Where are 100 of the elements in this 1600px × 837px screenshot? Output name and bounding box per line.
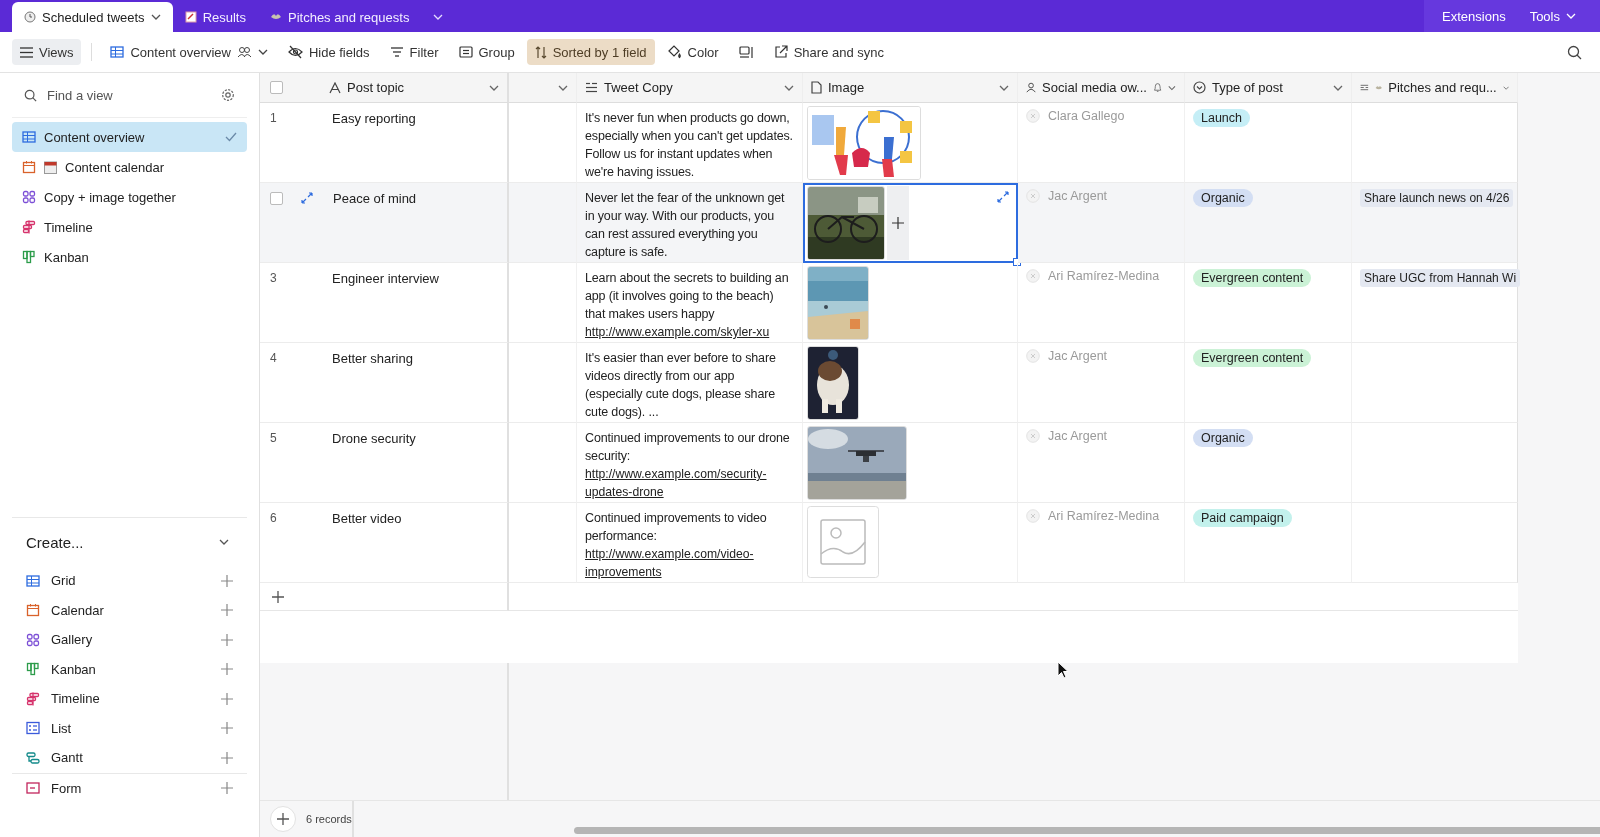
create-view-item[interactable]: Gantt — [12, 743, 247, 773]
toolbar-button[interactable]: Group — [450, 39, 523, 65]
linked-record-chip[interactable]: Share UGC from Hannah Wi — [1360, 269, 1521, 287]
create-view-item[interactable]: Form — [12, 773, 247, 803]
toolbar-button[interactable]: Hide fields — [279, 39, 378, 65]
owner-name: Jac Argent — [1026, 429, 1108, 443]
find-view-field[interactable]: Find a view — [45, 86, 209, 104]
view-item[interactable]: Content calendar — [12, 152, 247, 182]
column-header[interactable]: Type of post — [1185, 73, 1352, 103]
tweet-copy: Never let the fear of the unknown get in your way. With our products, you can rest assured everything you capture is safe. — [585, 190, 786, 261]
create-view-item[interactable]: Gallery — [12, 625, 247, 655]
tools-button[interactable]: Tools — [1519, 0, 1586, 32]
view-item[interactable]: Kanban — [12, 242, 247, 272]
post-topic: Better sharing — [332, 350, 413, 366]
form-icon — [26, 781, 40, 796]
add-record-button[interactable] — [270, 806, 296, 832]
view-item[interactable]: Content overview — [12, 122, 247, 152]
create-view-item[interactable]: Timeline — [12, 684, 247, 714]
add-attachment-button[interactable] — [887, 186, 909, 260]
post-topic: Easy reporting — [332, 110, 416, 126]
group-icon — [458, 46, 473, 58]
post-type-tag: Organic — [1193, 429, 1253, 447]
table-tab[interactable]: Pitches and requests — [258, 2, 422, 32]
search-icon[interactable] — [1567, 44, 1582, 60]
owner-name: Ari Ramírez-Medina — [1026, 269, 1160, 283]
selected-cell[interactable] — [803, 183, 1018, 263]
plus-icon — [221, 782, 233, 795]
expand-icon[interactable] — [301, 192, 313, 204]
chevron-down-icon — [1502, 84, 1509, 91]
extensions-button[interactable]: Extensions — [1432, 0, 1516, 32]
notepad-icon — [184, 11, 197, 23]
post-type-tag: Paid campaign — [1193, 509, 1292, 527]
timeline-icon — [22, 220, 36, 234]
table-tab[interactable]: Scheduled tweets — [12, 2, 173, 32]
plus-icon — [221, 633, 233, 646]
create-view-item[interactable]: Grid — [12, 566, 247, 596]
row-checkbox[interactable] — [270, 192, 283, 205]
chevron-down-icon — [999, 84, 1009, 91]
gallery-icon — [26, 632, 40, 647]
linked-record-chip[interactable]: Share launch news on 4/26 — [1360, 189, 1514, 207]
column-header[interactable]: Social media ow... — [1018, 73, 1185, 103]
avatar-icon — [1026, 189, 1040, 203]
column-title: Pitches and requ... — [1388, 80, 1497, 95]
view-switcher[interactable]: Content overview — [102, 39, 276, 65]
column-header[interactable]: Pitches and requ... — [1352, 73, 1518, 103]
check-icon — [225, 132, 237, 142]
linked-record-icon — [1360, 82, 1369, 93]
chevron-down-icon — [784, 84, 794, 91]
column-header[interactable]: Image — [803, 73, 1018, 103]
search-icon — [24, 88, 37, 102]
post-topic: Peace of mind — [333, 190, 417, 206]
avatar-icon — [1026, 509, 1040, 523]
paragraph-icon — [585, 82, 598, 93]
create-view-item[interactable]: Calendar — [12, 595, 247, 625]
column-title: Type of post — [1212, 80, 1283, 95]
user-icon — [1026, 81, 1037, 94]
link[interactable]: http://www.example.com/security-updates-drone — [585, 465, 794, 501]
eye-slash-icon — [287, 45, 303, 59]
views-button[interactable]: Views — [12, 39, 82, 65]
text-field-icon — [329, 81, 341, 94]
link[interactable]: http://www.example.com/video-improvements — [585, 545, 794, 581]
chevron-down-icon — [150, 14, 161, 20]
row-number: 6 — [270, 510, 278, 525]
settings-icon[interactable] — [221, 88, 235, 102]
expand-icon[interactable] — [997, 191, 1009, 203]
owner-name: Jac Argent — [1026, 189, 1108, 203]
tweet-copy: It's easier than ever before to share videos directly from our app (especially cute dogs, please share cute dogs). ... — [585, 350, 777, 421]
table-tab[interactable]: Results — [172, 2, 258, 32]
view-item[interactable]: Copy + image together — [12, 182, 247, 212]
row-number: 1 — [270, 110, 278, 125]
paint-bucket-icon — [666, 45, 682, 59]
share-icon — [773, 45, 788, 59]
select-all-checkbox[interactable] — [270, 81, 283, 94]
chevron-down-icon — [1566, 13, 1576, 19]
owner-name: Ari Ramírez-Medina — [1026, 509, 1160, 523]
post-type-tag: Organic — [1193, 189, 1253, 207]
sort-icon — [534, 45, 547, 59]
toolbar-button[interactable]: Color — [658, 39, 727, 65]
calendar-emoji-icon — [44, 160, 57, 174]
plus-icon — [221, 604, 233, 617]
toolbar-button[interactable]: Sorted by 1 field — [526, 39, 655, 65]
column-title: Social media ow... — [1042, 80, 1147, 95]
row-number: 3 — [270, 270, 278, 285]
row-number: 5 — [270, 430, 278, 445]
toolbar-button[interactable]: Share and sync — [765, 39, 892, 65]
chevron-down-icon — [219, 539, 229, 545]
avatar-icon — [1026, 349, 1040, 363]
create-view-item[interactable]: List — [12, 713, 247, 743]
chevron-down-icon — [558, 84, 568, 91]
post-topic: Better video — [332, 510, 402, 526]
toolbar-button[interactable]: Filter — [381, 39, 447, 65]
clock-icon — [24, 11, 36, 23]
column-header[interactable]: Tweet Copy — [577, 73, 803, 103]
create-view-item[interactable]: Kanban — [12, 654, 247, 684]
link[interactable]: http://www.example.com/skyler-xu — [585, 323, 770, 341]
scrollbar-thumb[interactable] — [573, 827, 1600, 834]
record-count: 6 records — [306, 813, 352, 825]
plus-icon — [221, 692, 233, 705]
view-item[interactable]: Timeline — [12, 212, 247, 242]
column-header[interactable]: Post topic — [260, 73, 509, 103]
